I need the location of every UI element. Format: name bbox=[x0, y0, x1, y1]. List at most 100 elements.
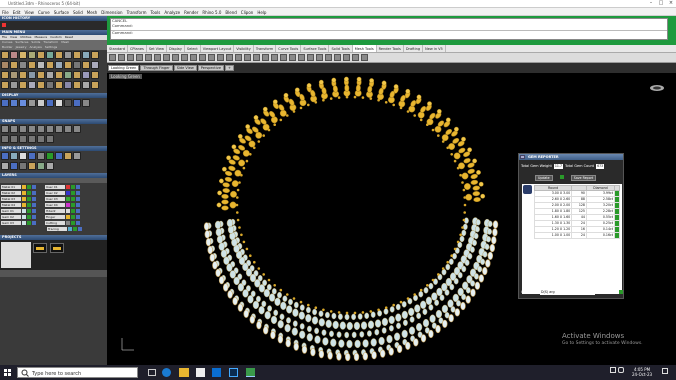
layer-visible-icon[interactable] bbox=[71, 196, 75, 201]
pave-icon[interactable] bbox=[46, 51, 54, 59]
gem-report-icon[interactable] bbox=[28, 162, 36, 170]
help-toolbar-icon[interactable] bbox=[361, 54, 368, 61]
properties-icon[interactable] bbox=[1, 152, 9, 160]
technical-icon[interactable] bbox=[46, 99, 54, 107]
int-snap-icon[interactable] bbox=[46, 125, 54, 133]
menu-file[interactable]: File bbox=[0, 8, 11, 15]
bail-icon[interactable] bbox=[73, 51, 81, 59]
cz-icon[interactable] bbox=[28, 81, 36, 89]
halo-icon[interactable] bbox=[19, 71, 27, 79]
menu-render[interactable]: Render bbox=[182, 8, 200, 15]
ghosted-icon[interactable] bbox=[28, 99, 36, 107]
named-view-icon[interactable] bbox=[10, 162, 18, 170]
gem-list[interactable]: Round Diamond 3.00 X 3.00 90 3.99ct 2.60 X … bbox=[522, 184, 622, 294]
menu-surface[interactable]: Surface bbox=[52, 8, 71, 15]
tab-visibility[interactable]: Visibility bbox=[234, 45, 254, 52]
earring-icon[interactable] bbox=[37, 71, 45, 79]
volume-icon[interactable] bbox=[618, 367, 624, 373]
edge-icon[interactable] bbox=[162, 368, 171, 377]
layer-name[interactable]: User 04 bbox=[45, 202, 65, 207]
tab-curve-tools[interactable]: Curve Tools bbox=[276, 45, 302, 52]
gallery-rail-icon[interactable] bbox=[73, 81, 81, 89]
menu-solid[interactable]: Solid bbox=[71, 8, 85, 15]
photoshop-icon[interactable] bbox=[229, 368, 238, 377]
project-snap-icon[interactable] bbox=[19, 135, 27, 143]
milgrain-icon[interactable] bbox=[10, 81, 18, 89]
layer-icon[interactable] bbox=[316, 54, 323, 61]
link-icon[interactable] bbox=[37, 81, 45, 89]
menu-tools[interactable]: Tools bbox=[148, 8, 162, 15]
artistic-icon[interactable] bbox=[55, 99, 63, 107]
bracelet-icon[interactable] bbox=[64, 71, 72, 79]
save-report-button[interactable]: Save Report bbox=[570, 175, 597, 181]
layer-color-swatch[interactable] bbox=[22, 220, 26, 225]
gem-row[interactable]: 1.00 X 1.00 24 0.16ct bbox=[533, 232, 620, 239]
layer-color-swatch[interactable] bbox=[66, 190, 70, 195]
layer-row[interactable]: Metal 04 User 04 bbox=[1, 202, 106, 207]
pan-icon[interactable] bbox=[190, 54, 197, 61]
gem-reporter-header[interactable]: GEM REPORTER bbox=[519, 154, 623, 160]
gem-row-check-icon[interactable] bbox=[614, 232, 620, 239]
maximize-button[interactable]: □ bbox=[656, 0, 666, 6]
history-icon[interactable] bbox=[37, 152, 45, 160]
layer-color-swatch[interactable] bbox=[22, 214, 26, 219]
wire-icon[interactable] bbox=[55, 81, 63, 89]
pen-icon[interactable] bbox=[64, 99, 72, 107]
array-icon[interactable] bbox=[46, 61, 54, 69]
tab-new-in-v5[interactable]: New in V5 bbox=[423, 45, 446, 52]
layer-name[interactable]: Metal 02 bbox=[1, 190, 21, 195]
tab-select[interactable]: Select bbox=[185, 45, 201, 52]
layer-row[interactable]: Metal 01 User 01 bbox=[1, 184, 106, 189]
tab-drafting[interactable]: Drafting bbox=[404, 45, 424, 52]
viewport-tab-through-finger[interactable]: Through Finger bbox=[140, 65, 173, 71]
viewport-tab-perspective[interactable]: Perspective bbox=[197, 65, 225, 71]
snaps-header[interactable]: SNAPS bbox=[0, 119, 107, 124]
axes-icon[interactable] bbox=[82, 99, 90, 107]
menu-help[interactable]: Help bbox=[255, 8, 268, 15]
bead-icon[interactable] bbox=[1, 81, 9, 89]
band-icon[interactable] bbox=[1, 71, 9, 79]
sizer-icon[interactable] bbox=[82, 81, 90, 89]
cutter-icon[interactable] bbox=[64, 51, 72, 59]
tab-display[interactable]: Display bbox=[167, 45, 185, 52]
cen-snap-icon[interactable] bbox=[37, 125, 45, 133]
mesh-icon[interactable] bbox=[37, 61, 45, 69]
layer-name[interactable]: Metal 04 bbox=[1, 202, 21, 207]
store-icon[interactable] bbox=[196, 368, 205, 377]
mail-icon[interactable] bbox=[212, 368, 221, 377]
tab-mesh-tools[interactable]: Mesh Tools bbox=[352, 45, 377, 52]
end-snap-icon[interactable] bbox=[1, 125, 9, 133]
point-snap-icon[interactable] bbox=[19, 125, 27, 133]
display-header[interactable]: DISPLAY bbox=[0, 93, 107, 98]
zoom-icon[interactable] bbox=[208, 54, 215, 61]
add-viewport-tab-button[interactable]: + bbox=[225, 65, 234, 71]
save-icon[interactable] bbox=[127, 54, 134, 61]
layer-lock-icon[interactable] bbox=[32, 184, 36, 189]
ortho-icon[interactable] bbox=[37, 135, 45, 143]
grid-icon[interactable] bbox=[73, 99, 81, 107]
hole-icon[interactable] bbox=[46, 81, 54, 89]
project-thumbnail[interactable] bbox=[50, 243, 64, 253]
layer-state-icon[interactable] bbox=[1, 162, 9, 170]
network-icon[interactable] bbox=[610, 367, 616, 373]
rhino-taskbar-icon[interactable] bbox=[246, 368, 255, 377]
layer-row[interactable]: Gem 03 Cutting bbox=[1, 220, 106, 225]
weight-icon[interactable] bbox=[91, 71, 99, 79]
windows-start-icon[interactable] bbox=[4, 369, 11, 376]
layer-visible-icon[interactable] bbox=[71, 220, 75, 225]
scale-icon[interactable] bbox=[82, 61, 90, 69]
material-icon[interactable] bbox=[64, 152, 72, 160]
knot-snap-icon[interactable] bbox=[1, 135, 9, 143]
layer-lock-icon[interactable] bbox=[76, 214, 80, 219]
crown-icon[interactable] bbox=[91, 81, 99, 89]
menu-dimension[interactable]: Dimension bbox=[99, 8, 124, 15]
project-thumbnail[interactable] bbox=[33, 243, 47, 253]
zoom-selected-icon[interactable] bbox=[235, 54, 242, 61]
layer-color-swatch[interactable] bbox=[22, 184, 26, 189]
mid-snap-icon[interactable] bbox=[28, 125, 36, 133]
layer-name[interactable]: User 03 bbox=[45, 196, 65, 201]
command-prompt[interactable]: Command: bbox=[111, 30, 667, 36]
set-material-label[interactable]: Set Material bbox=[597, 290, 617, 294]
print-icon[interactable] bbox=[136, 54, 143, 61]
layer-visible-icon[interactable] bbox=[27, 202, 31, 207]
